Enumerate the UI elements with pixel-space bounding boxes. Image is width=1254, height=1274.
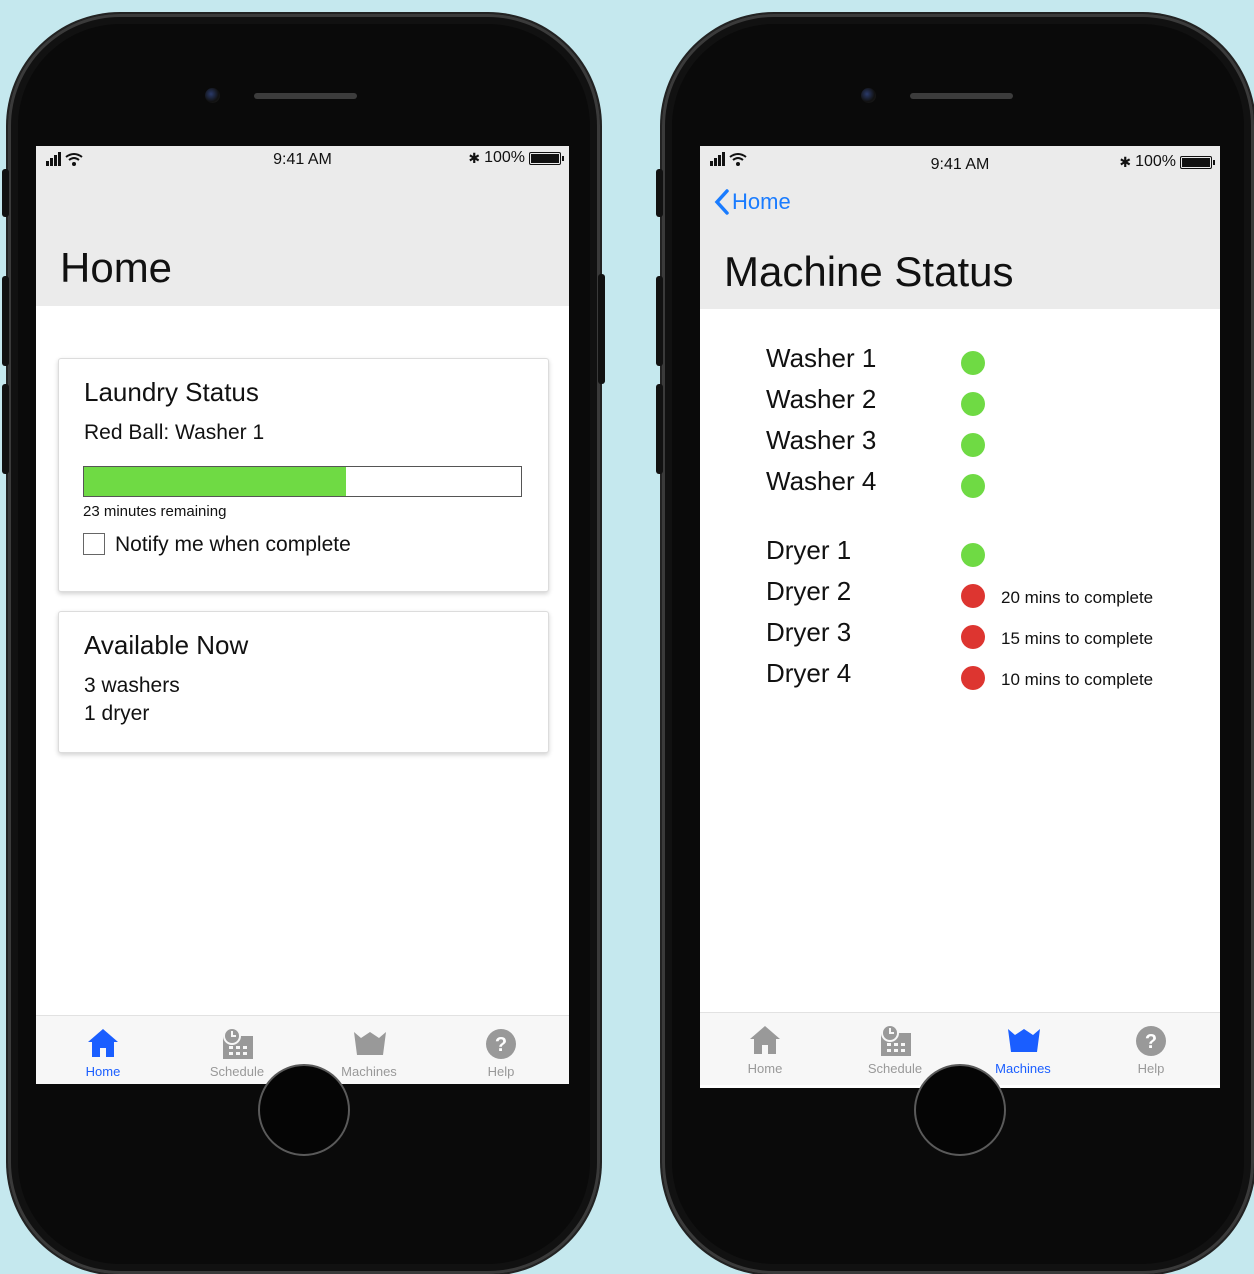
current-machine: Red Ball: Washer 1 [84,421,265,444]
tab-label: Help [487,1064,515,1079]
machine-label: Dryer 2 [766,576,852,606]
volume-down-button [656,384,663,474]
tab-label: Machines [995,1061,1051,1076]
home-icon [750,1026,780,1054]
status-dot [961,625,985,649]
machine-header: 9:41 AM ✱ 100% Home Machine Status [700,146,1220,309]
machine-label: Washer 4 [766,466,877,496]
earpiece-speaker [910,93,1013,99]
tab-home[interactable]: Home [720,1013,810,1083]
laundry-status-card: Laundry Status Red Ball: Washer 1 23 min… [58,358,549,592]
phone-frame-left: 9:41 AM ✱ 100% Home Laundry Status Red B… [2,14,605,1274]
front-camera [861,88,876,103]
status-dot [961,392,985,416]
volume-down-button [2,384,9,474]
machine-label: Washer 3 [766,425,877,455]
machine-label: Washer 2 [766,384,877,414]
time-to-complete: 15 mins to complete [1001,629,1154,648]
page-title: Machine Status [724,248,1014,295]
dryers-available: 1 dryer [84,702,150,725]
status-dot [961,433,985,457]
tab-label: Home [747,1061,783,1076]
machine-label: Dryer 1 [766,535,852,565]
time-remaining: 23 minutes remaining [83,503,227,520]
front-camera [205,88,220,103]
time-to-complete: 10 mins to complete [1001,670,1154,689]
mute-switch [2,169,9,217]
machine-label: Dryer 4 [766,658,852,688]
status-dot [961,351,985,375]
battery-percent: 100% [484,149,525,166]
tab-schedule[interactable]: Schedule [850,1013,940,1083]
notify-label[interactable]: Notify me when complete [115,533,351,557]
svg-text:?: ? [1145,1031,1157,1053]
status-bar: 9:41 AM ✱ 100% [36,146,569,176]
battery-icon [529,151,564,165]
tab-help[interactable]: ? Help [1106,1013,1196,1083]
tab-home[interactable]: Home [58,1016,148,1084]
tab-label: Home [85,1064,121,1079]
back-button[interactable]: Home [712,188,791,216]
earpiece-speaker [254,93,357,99]
tab-label: Machines [341,1064,397,1079]
progress-bar [83,466,522,497]
battery-icon [1180,155,1215,169]
tab-schedule[interactable]: Schedule [192,1016,282,1084]
help-icon: ? [1136,1026,1166,1056]
page-title: Home [60,244,173,291]
notify-checkbox[interactable] [83,533,105,555]
home-screen: 9:41 AM ✱ 100% Home Laundry Status Red B… [36,146,569,1084]
tab-label: Schedule [209,1064,265,1079]
tab-label: Schedule [867,1061,923,1076]
phone-frame-right: 9:41 AM ✱ 100% Home Machine Status Washe… [656,14,1254,1274]
card-title: Available Now [84,630,249,660]
machine-status-screen: 9:41 AM ✱ 100% Home Machine Status Washe… [700,146,1220,1088]
card-title: Laundry Status [84,377,259,407]
help-icon: ? [486,1029,516,1059]
washing-tub-icon [354,1032,386,1055]
washing-tub-icon [1008,1029,1040,1052]
battery-area: ✱ 100% [1119,153,1215,171]
bluetooth-icon: ✱ [468,149,481,166]
status-bar: 9:41 AM ✱ 100% [700,146,1220,176]
available-now-card: Available Now 3 washers 1 dryer [58,611,549,753]
home-button [258,1064,350,1156]
back-label: Home [732,189,791,214]
status-dot [961,543,985,567]
tab-label: Help [1137,1061,1165,1076]
mute-switch [656,169,663,217]
tab-machines[interactable]: Machines [978,1013,1068,1083]
tab-help[interactable]: ? Help [456,1016,546,1084]
washers-available: 3 washers [84,674,180,697]
machine-label: Washer 1 [766,343,877,373]
home-button [914,1064,1006,1156]
status-dot [961,474,985,498]
power-button [598,274,605,384]
tab-machines[interactable]: Machines [324,1016,414,1084]
status-dot [961,584,985,608]
battery-percent: 100% [1135,153,1176,170]
machine-label: Dryer 3 [766,617,852,647]
bluetooth-icon: ✱ [1119,153,1132,170]
home-icon [88,1029,118,1057]
svg-text:?: ? [495,1034,507,1056]
progress-fill [84,467,347,496]
battery-area: ✱ 100% [468,149,564,167]
volume-up-button [2,276,9,366]
volume-up-button [656,276,663,366]
status-dot [961,666,985,690]
chevron-left-icon [714,189,729,215]
calendar-clock-icon [881,1025,911,1056]
calendar-clock-icon [223,1028,253,1059]
time-to-complete: 20 mins to complete [1001,588,1154,607]
home-header: 9:41 AM ✱ 100% Home [36,146,569,306]
